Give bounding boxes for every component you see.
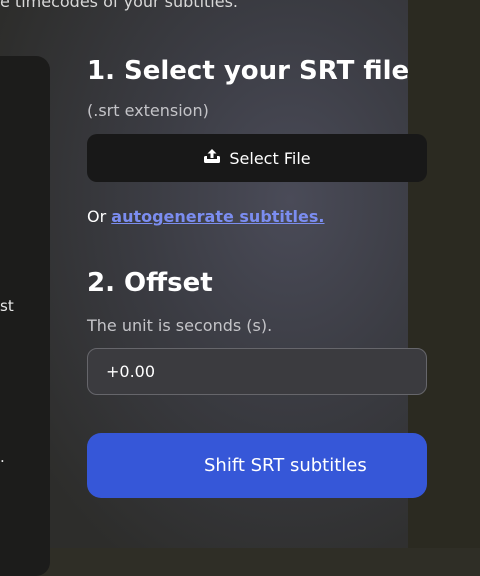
step1-heading: 1. Select your SRT file: [87, 56, 410, 86]
left-card-text-fragment: .: [0, 448, 5, 466]
step1-hint: (.srt extension): [87, 101, 209, 120]
shift-subtitles-button[interactable]: Shift SRT subtitles: [87, 433, 427, 498]
left-card-text-fragment: st: [0, 297, 14, 315]
upload-icon: [203, 148, 221, 168]
or-text: Or: [87, 207, 112, 226]
autogenerate-subtitles-link[interactable]: autogenerate subtitles.: [111, 207, 324, 226]
offset-input[interactable]: +0.00: [87, 348, 427, 395]
page-description: e timecodes of your subtitles.: [0, 0, 238, 11]
step2-hint: The unit is seconds (s).: [87, 316, 273, 335]
select-file-button[interactable]: Select File: [87, 134, 427, 182]
select-file-label: Select File: [229, 148, 311, 168]
step2-heading: 2. Offset: [87, 268, 213, 298]
left-card: [0, 56, 50, 576]
autogenerate-line: Or autogenerate subtitles.: [87, 207, 324, 226]
